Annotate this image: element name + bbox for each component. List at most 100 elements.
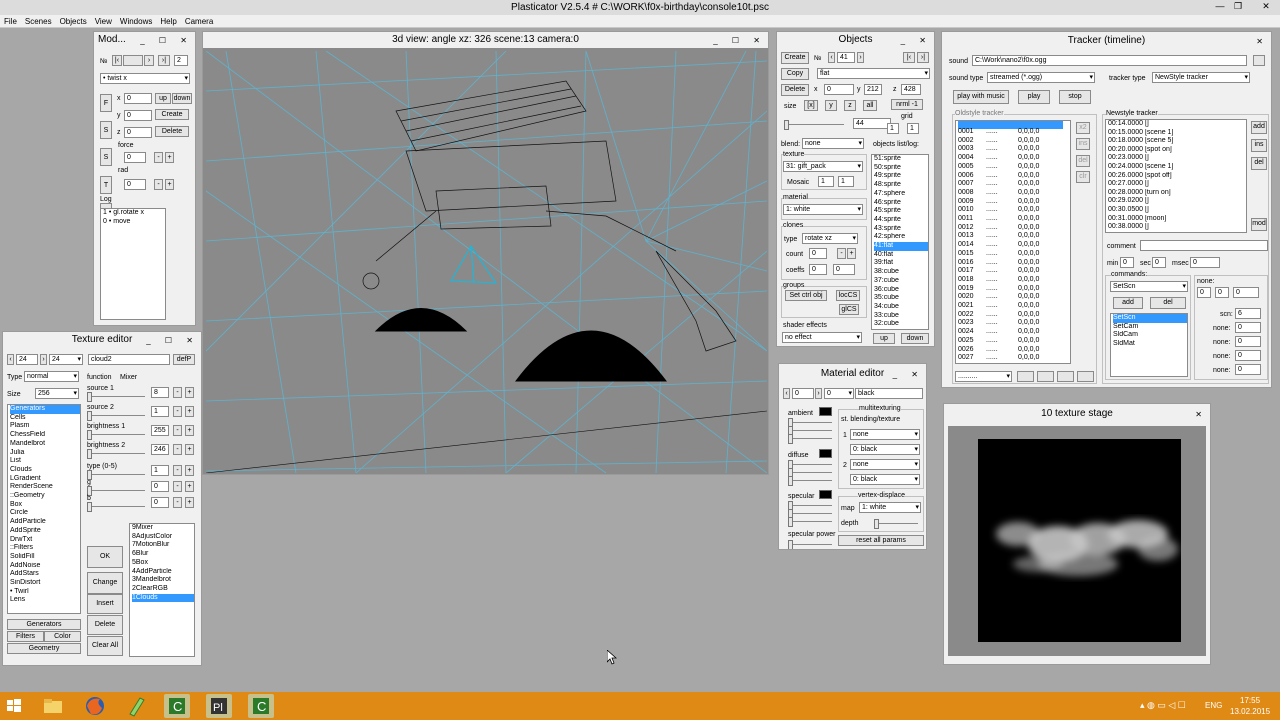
oldstyle-row[interactable]: 0014...... 0,0,0,0 [958, 241, 1070, 249]
delete-button[interactable]: Delete [87, 615, 123, 635]
oldstyle-row[interactable]: 0001...... 0,0,0,0 [958, 128, 1070, 136]
reset-all-params-button[interactable]: reset all params [838, 535, 924, 546]
close-icon[interactable]: ✕ [1256, 33, 1269, 51]
coeff-field-2[interactable]: 0 [833, 264, 855, 275]
objects-list[interactable]: 51:sprite 50:sprite 49:sprite 48:sprite … [871, 154, 929, 330]
param-slider[interactable] [87, 486, 145, 496]
count-field[interactable]: 0 [809, 248, 827, 259]
param-value-field[interactable]: 8 [151, 387, 169, 398]
set-ctrl-obj-button[interactable]: Set ctrl obj [785, 290, 827, 301]
menu-objects[interactable]: Objects [56, 15, 91, 28]
specular-power-slider[interactable] [788, 540, 832, 549]
force-field[interactable]: 0 [124, 152, 146, 163]
param-slider[interactable] [87, 430, 145, 440]
grid-field-1[interactable]: 1 [887, 123, 899, 134]
stage-item[interactable]: 4AddParticle [132, 568, 194, 577]
list-item[interactable]: 47:sphere [874, 190, 928, 199]
prev-arrow-icon[interactable]: ‹ [783, 388, 790, 399]
list-item[interactable]: 51:sprite [874, 155, 928, 164]
window-controls-icon[interactable]: _ ✕ [901, 33, 932, 49]
rad-field[interactable]: 0 [124, 179, 146, 190]
tray-icons[interactable]: ▴ ◍ ▭ ◁ ☐ [1140, 700, 1186, 711]
generator-item[interactable]: ChessField [10, 431, 80, 440]
param-plus-button[interactable]: + [185, 425, 194, 436]
specular-color-swatch[interactable] [819, 490, 832, 499]
mat-name-field[interactable]: black [855, 388, 923, 399]
list-item[interactable]: 33:cube [874, 312, 928, 321]
size-select[interactable]: 256 [35, 388, 79, 399]
ambient-slider-1[interactable] [788, 418, 832, 428]
specular-slider-1[interactable] [788, 501, 832, 511]
tab-generators[interactable]: Generators [7, 619, 81, 630]
menu-camera[interactable]: Camera [181, 15, 217, 28]
msec-field[interactable]: 0 [1190, 257, 1220, 268]
generator-item[interactable]: • Twirl [10, 588, 80, 597]
create-button[interactable]: Create [155, 109, 189, 120]
next-arrow-icon[interactable]: › [40, 354, 47, 365]
clone-type-select[interactable]: rotate xz [802, 233, 858, 244]
stage-item[interactable]: 1Clouds [132, 593, 194, 603]
axis-y-button[interactable]: y [825, 100, 837, 111]
param-field-3[interactable]: 0 [1235, 350, 1261, 361]
param-slider[interactable] [87, 470, 145, 480]
oldstyle-row[interactable]: 0022...... 0,0,0,0 [958, 311, 1070, 319]
new-ins-button[interactable]: ins [1251, 139, 1267, 152]
close-icon[interactable]: ✕ [1258, 0, 1274, 13]
object-number-field[interactable]: 41 [837, 52, 855, 63]
sec-field[interactable]: 0 [1152, 257, 1166, 268]
generator-item[interactable]: SinDistort [10, 579, 80, 588]
row1-texture-select[interactable]: 0: black [850, 444, 920, 455]
plasticator-icon[interactable]: Pl [206, 694, 232, 718]
mosaic-field-1[interactable]: 1 [818, 176, 834, 187]
texture-select[interactable]: 31: gift_pack [783, 161, 863, 172]
clock-date[interactable]: 13.02.2015 [1230, 707, 1270, 716]
size-slider[interactable] [784, 120, 844, 130]
param-value-field[interactable]: 1 [151, 465, 169, 476]
material-select[interactable]: 1: white [783, 204, 863, 215]
oldstyle-row[interactable]: 0004...... 0,0,0,0 [958, 154, 1070, 162]
stage-item[interactable]: 6Blur [132, 550, 194, 559]
force-minus-button[interactable]: - [154, 152, 163, 163]
tex-number-select[interactable]: 24 [49, 354, 83, 365]
none-field-3[interactable]: 0 [1233, 287, 1259, 298]
tracker-row[interactable]: 00:38.0000 [] [1108, 223, 1246, 232]
row1-mode-select[interactable]: none [850, 429, 920, 440]
stage-list[interactable]: 9Mixer 8AdjustColor 7MotionBlur 6Blur 5Box 4A… [129, 523, 195, 657]
diffuse-slider-3[interactable] [788, 476, 832, 486]
generator-item[interactable]: AddStars [10, 570, 80, 579]
tracker-row[interactable]: 00:29.0200 [] [1108, 197, 1246, 206]
stage-item[interactable]: 3Mandelbrot [132, 576, 194, 585]
param-plus-button[interactable]: + [185, 406, 194, 417]
param-plus-button[interactable]: + [185, 387, 194, 398]
specular-slider-2[interactable] [788, 509, 832, 519]
log-item[interactable]: 1 • gl.rotate x [103, 209, 165, 218]
generator-item[interactable]: List [10, 457, 80, 466]
list-item[interactable]: 42:sphere [874, 233, 928, 242]
diffuse-color-swatch[interactable] [819, 449, 832, 458]
list-item[interactable]: 40:flat [874, 251, 928, 260]
close-icon[interactable]: ✕ [1195, 405, 1208, 425]
menu-file[interactable]: File [0, 15, 21, 28]
param-slider[interactable] [87, 411, 145, 421]
oldstyle-row[interactable]: 0020...... 0,0,0,0 [958, 293, 1070, 301]
row2-mode-select[interactable]: none [850, 459, 920, 470]
first-arrow-icon[interactable]: |‹ [903, 52, 915, 63]
stop-button[interactable]: stop [1059, 90, 1091, 104]
list-item[interactable]: 36:cube [874, 286, 928, 295]
window-controls-icon[interactable]: _ ☐ ✕ [146, 333, 199, 349]
param-slider[interactable] [87, 392, 145, 402]
size-value-field[interactable]: 44 [853, 118, 891, 129]
tab-color[interactable]: Color [44, 631, 81, 642]
param-minus-button[interactable]: - [173, 444, 182, 455]
min-field[interactable]: 0 [1120, 257, 1134, 268]
count-minus-button[interactable]: - [837, 248, 846, 259]
command-select[interactable]: SetScn [1110, 281, 1188, 292]
list-down-button[interactable]: down [901, 333, 929, 344]
param-value-field[interactable]: 0 [151, 481, 169, 492]
oldstyle-row[interactable]: 0016...... 0,0,0,0 [958, 259, 1070, 267]
delete-button[interactable]: Delete [781, 84, 809, 96]
command-item-selected[interactable]: SetScn [1113, 314, 1187, 323]
normal-button[interactable]: nrml -1 [891, 99, 923, 110]
param-minus-button[interactable]: - [173, 481, 182, 492]
param-field-1[interactable]: 0 [1235, 322, 1261, 333]
